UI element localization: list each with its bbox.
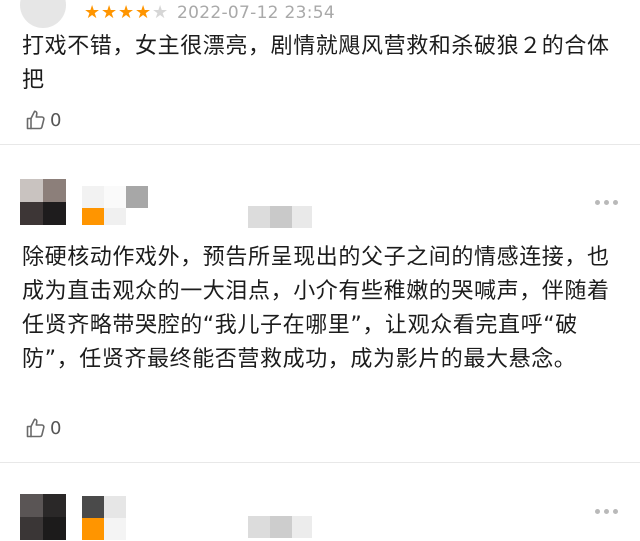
level-badge xyxy=(82,518,104,540)
star-filled-icon: ★ xyxy=(118,2,135,23)
more-dots-icon[interactable] xyxy=(595,509,618,514)
avatar[interactable] xyxy=(20,494,66,540)
divider xyxy=(0,462,640,463)
star-filled-icon: ★ xyxy=(101,2,118,23)
avatar[interactable] xyxy=(20,179,66,225)
thumbs-up-icon xyxy=(26,418,45,438)
like-button[interactable]: 0 xyxy=(24,416,61,440)
review-text: 除硬核动作戏外，预告所呈现出的父子之间的情感连接，也成为直击观众的一大泪点，小介… xyxy=(22,245,610,372)
like-button[interactable]: 0 xyxy=(24,108,61,132)
star-filled-icon: ★ xyxy=(84,2,101,23)
review-text: 打戏不错，女主很漂亮，剧情就飓风营救和杀破狼２的合体把 xyxy=(22,34,610,93)
star-rating: ★ ★ ★ ★ ★ xyxy=(84,4,169,22)
star-empty-icon: ★ xyxy=(152,2,169,23)
rating-row: ★ ★ ★ ★ ★ 2022-07-12 23:54 xyxy=(84,0,335,26)
avatar[interactable] xyxy=(20,0,66,28)
username-blurred[interactable] xyxy=(82,179,152,225)
review-timestamp: 2022-07-12 23:54 xyxy=(177,3,335,23)
like-count: 0 xyxy=(50,109,62,131)
username-blurred[interactable] xyxy=(82,494,152,540)
star-filled-icon: ★ xyxy=(135,2,152,23)
timestamp-blurred xyxy=(248,206,312,228)
timestamp-blurred xyxy=(248,516,312,538)
thumbs-up-icon xyxy=(26,110,45,130)
divider xyxy=(0,144,640,145)
like-count: 0 xyxy=(50,417,62,439)
level-badge xyxy=(82,208,104,225)
more-dots-icon[interactable] xyxy=(595,200,618,205)
